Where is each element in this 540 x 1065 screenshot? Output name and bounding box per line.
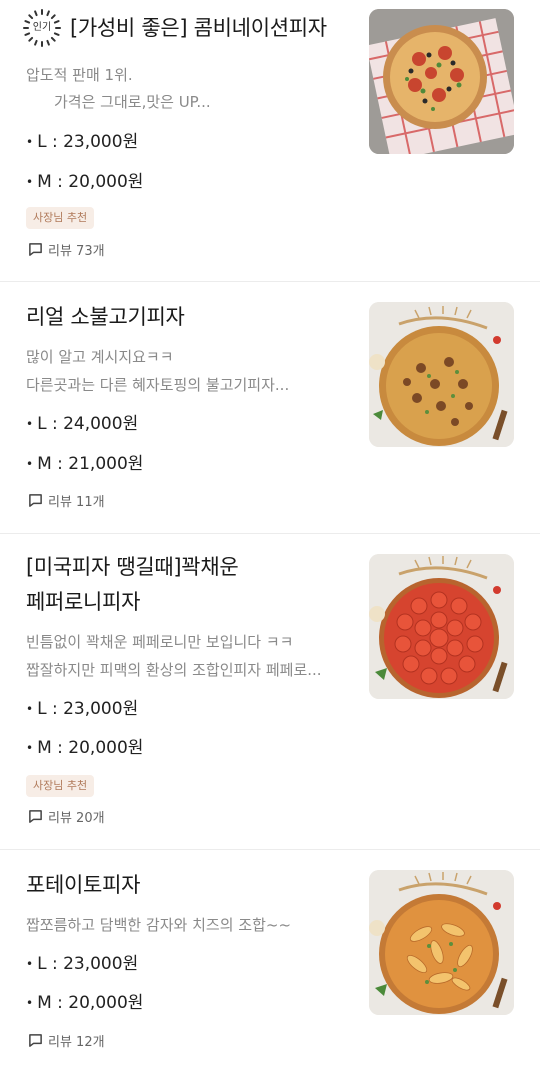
popular-badge-label: 인기: [32, 22, 52, 33]
price-large: • L : 23,000원: [26, 954, 139, 974]
price-large-value: L : 23,000원: [37, 954, 139, 974]
price-medium-value: M : 20,000원: [37, 172, 144, 192]
price-medium-value: M : 20,000원: [37, 993, 144, 1013]
review-count[interactable]: 리뷰 11개: [28, 491, 105, 510]
item-desc-line-1: 압도적 판매 1위.: [26, 66, 133, 84]
speech-bubble-icon: [29, 810, 42, 823]
price-large: • L : 24,000원: [26, 414, 139, 434]
review-count-label: 리뷰 73개: [48, 244, 105, 259]
item-desc-line-2: 짭잘하지만 피맥의 환상의 조합인피자 페페로...: [26, 661, 322, 679]
pepperoni-pizza-image[interactable]: [369, 554, 514, 699]
price-large-value: L : 24,000원: [37, 414, 139, 434]
price-medium: • M : 20,000원: [26, 993, 144, 1013]
price-large-value: L : 23,000원: [37, 132, 139, 152]
review-count-label: 리뷰 20개: [48, 811, 105, 826]
review-count[interactable]: 리뷰 12개: [28, 1031, 105, 1050]
owner-recommend-badge: 사장님 추천: [26, 207, 95, 229]
speech-bubble-icon: [29, 243, 42, 256]
title-row: 인기 [가성비 좋은] 콤비네이션피자: [22, 8, 327, 48]
review-count-label: 리뷰 11개: [48, 495, 105, 510]
item-desc-line-2: 다른곳과는 다른 혜자토핑의 불고기피자...: [26, 376, 290, 394]
item-desc-line-1: 짭쪼름하고 담백한 감자와 치즈의 조합~~: [26, 916, 292, 934]
menu-item-bulgogi-pizza[interactable]: 리얼 소불고기피자 많이 알고 계시지요ㅋㅋ 다른곳과는 다른 혜자토핑의 불고…: [0, 282, 540, 534]
price-medium-value: M : 20,000원: [37, 738, 144, 758]
item-title-line-1: [미국피자 땡길때]꽉채운: [26, 555, 239, 579]
price-large: • L : 23,000원: [26, 699, 139, 719]
potato-pizza-image[interactable]: [369, 870, 514, 1015]
menu-list: 인기 [가성비 좋은] 콤비네이션피자 압도적 판매 1위. 가격은 그대로,맛…: [0, 0, 540, 1065]
menu-item-potato-pizza[interactable]: 포테이토피자 짭쪼름하고 담백한 감자와 치즈의 조합~~ • L : 23,00…: [0, 850, 540, 1065]
item-desc-line-1: 많이 알고 계시지요ㅋㅋ: [26, 348, 174, 366]
item-title: [가성비 좋은] 콤비네이션피자: [70, 16, 327, 40]
price-medium-value: M : 21,000원: [37, 454, 144, 474]
item-desc-line-1: 빈틈없이 꽉채운 페페로니만 보입니다 ㅋㅋ: [26, 633, 294, 651]
price-large-value: L : 23,000원: [37, 699, 139, 719]
bulgogi-pizza-image[interactable]: [369, 302, 514, 447]
review-count[interactable]: 리뷰 73개: [28, 240, 105, 259]
item-title: 포테이토피자: [26, 873, 141, 897]
review-count-label: 리뷰 12개: [48, 1035, 105, 1050]
speech-bubble-icon: [29, 1034, 42, 1047]
price-large: • L : 23,000원: [26, 132, 139, 152]
speech-bubble-icon: [29, 494, 42, 507]
review-count[interactable]: 리뷰 20개: [28, 807, 105, 826]
popular-badge: 인기: [22, 8, 62, 48]
menu-item-pepperoni-pizza[interactable]: [미국피자 땡길때]꽉채운 페퍼로니피자 빈틈없이 꽉채운 페페로니만 보입니다…: [0, 534, 540, 850]
price-medium: • M : 20,000원: [26, 738, 144, 758]
menu-item-combination-pizza[interactable]: 인기 [가성비 좋은] 콤비네이션피자 압도적 판매 1위. 가격은 그대로,맛…: [0, 0, 540, 282]
item-title: 리얼 소불고기피자: [26, 305, 185, 329]
item-title-line-2: 페퍼로니피자: [26, 590, 141, 614]
owner-recommend-badge: 사장님 추천: [26, 775, 95, 797]
item-desc-line-2: 가격은 그대로,맛은 UP...: [54, 93, 211, 111]
price-medium: • M : 20,000원: [26, 172, 144, 192]
price-medium: • M : 21,000원: [26, 454, 144, 474]
combination-pizza-image[interactable]: [369, 9, 514, 154]
